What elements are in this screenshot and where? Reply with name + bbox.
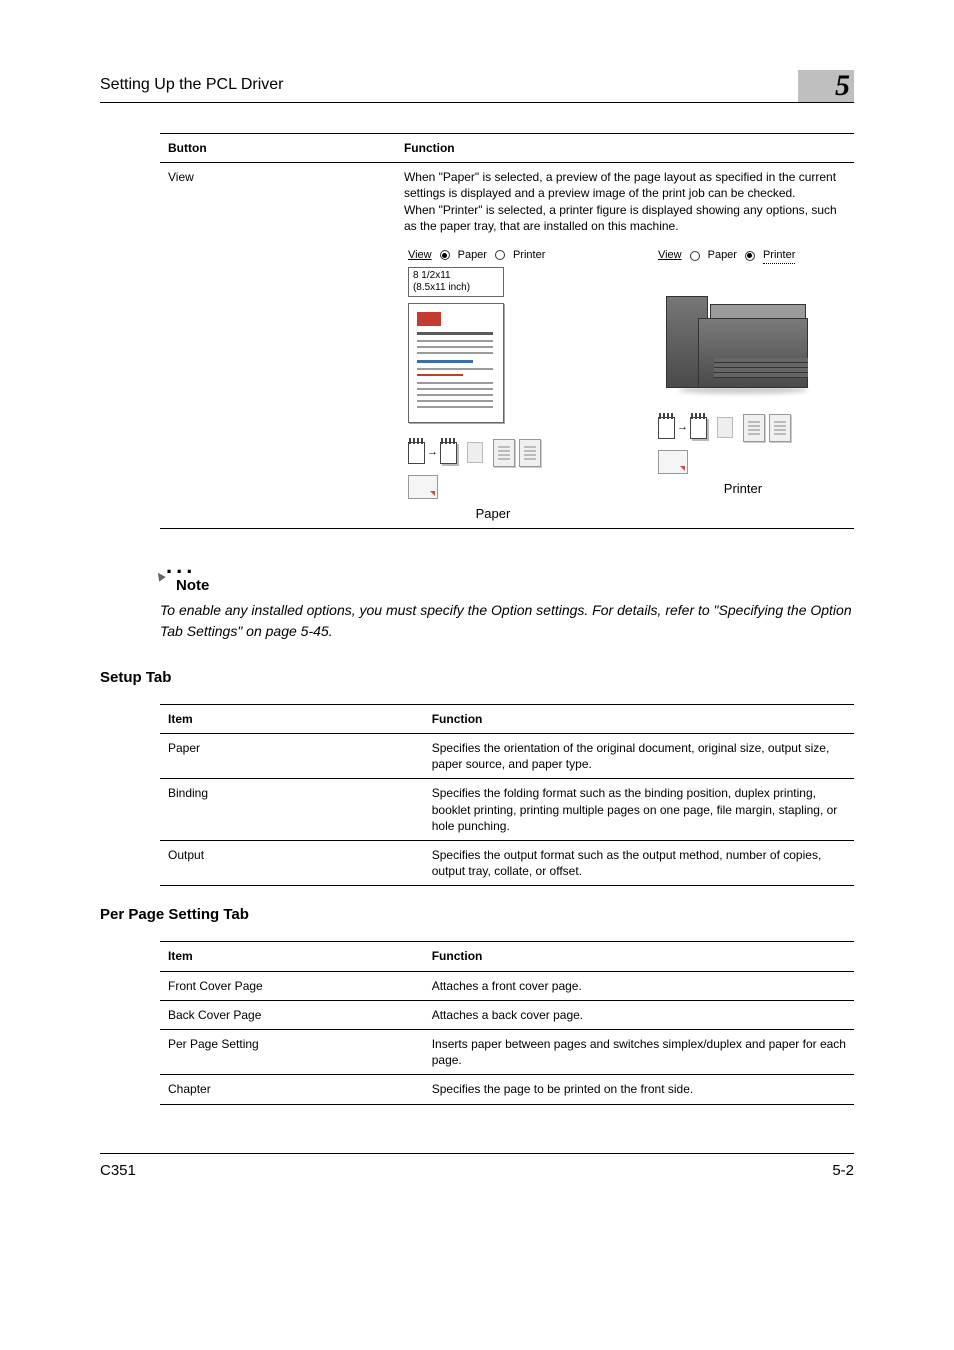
view-cell-button: View — [160, 163, 396, 529]
table-row: Back Cover Page Attaches a back cover pa… — [160, 1000, 854, 1029]
radio-printer-label: Printer — [513, 248, 545, 263]
perpage-fn: Specifies the page to be printed on the … — [424, 1075, 854, 1104]
radio-printer-selected — [745, 251, 755, 261]
chapter-badge: 5 — [798, 70, 854, 102]
setup-item: Binding — [160, 779, 424, 841]
perpage-table: Item Function Front Cover Page Attaches … — [160, 941, 854, 1104]
setup-item: Paper — [160, 734, 424, 779]
setup-tab-title: Setup Tab — [100, 669, 854, 686]
perpage-item: Front Cover Page — [160, 971, 424, 1000]
radio-printer-label2: Printer — [763, 248, 795, 264]
size-line-1: 8 1/2x11 — [413, 270, 499, 282]
perpage-fn: Inserts paper between pages and switches… — [424, 1029, 854, 1074]
table-row: Paper Specifies the orientation of the o… — [160, 734, 854, 779]
view-cell-function: When "Paper" is selected, a preview of t… — [396, 163, 854, 529]
perpage-tab-title: Per Page Setting Tab — [100, 906, 854, 923]
perpage-fn: Attaches a front cover page. — [424, 971, 854, 1000]
footer-model: C351 — [100, 1162, 136, 1179]
doc-icon — [493, 439, 515, 467]
perpage-col-function: Function — [424, 942, 854, 971]
view-label-paper: View — [408, 248, 432, 263]
note-label: Note — [176, 577, 854, 594]
printer-caption: Printer — [658, 480, 828, 498]
perpage-item: Per Page Setting — [160, 1029, 424, 1074]
col-button-header: Button — [160, 134, 396, 163]
setup-fn: Specifies the folding format such as the… — [424, 779, 854, 841]
calendar-pair-icon: → — [658, 417, 707, 439]
perpage-item: Chapter — [160, 1075, 424, 1104]
printer-view-row: View Paper Printer — [658, 248, 828, 264]
table-row: Output Specifies the output format such … — [160, 841, 854, 886]
radio-paper-label: Paper — [458, 248, 487, 263]
doc-icon — [743, 414, 765, 442]
setup-table: Item Function Paper Specifies the orient… — [160, 704, 854, 887]
view-label-printer: View — [658, 248, 682, 263]
view-table: Button Function View When "Paper" is sel… — [160, 133, 854, 529]
radio-paper-label2: Paper — [708, 248, 737, 263]
radio-printer-unselected — [495, 250, 505, 260]
col-function-header: Function — [396, 134, 854, 163]
page-footer: C351 5-2 — [100, 1153, 854, 1179]
setup-col-item: Item — [160, 704, 424, 733]
doc-pair-icons — [493, 439, 541, 467]
table-row: Binding Specifies the folding format suc… — [160, 779, 854, 841]
note-block: ... Note To enable any installed options… — [160, 553, 854, 641]
paper-view-row: View Paper Printer — [408, 248, 578, 263]
doc-pair-icons — [743, 414, 791, 442]
table-row: Chapter Specifies the page to be printed… — [160, 1075, 854, 1104]
layout-small-icon — [658, 450, 688, 474]
perpage-item: Back Cover Page — [160, 1000, 424, 1029]
doc-page-preview-icon — [408, 303, 504, 423]
radio-paper-unselected — [690, 251, 700, 261]
size-line-2: (8.5x11 inch) — [413, 282, 499, 294]
table-row: Per Page Setting Inserts paper between p… — [160, 1029, 854, 1074]
preview-row: View Paper Printer 8 1/2x11 (8.5x11 inch… — [404, 248, 846, 522]
doc-icon — [769, 414, 791, 442]
doc-icon — [519, 439, 541, 467]
perpage-col-item: Item — [160, 942, 424, 971]
view-function-text: When "Paper" is selected, a preview of t… — [404, 169, 846, 234]
page-header: Setting Up the PCL Driver 5 — [100, 70, 854, 103]
ghost-page-icon — [467, 442, 483, 463]
layout-small-icon — [408, 475, 438, 499]
header-title: Setting Up the PCL Driver — [100, 76, 283, 102]
paper-size-box: 8 1/2x11 (8.5x11 inch) — [408, 267, 504, 297]
footer-page: 5-2 — [832, 1162, 854, 1179]
printer-preview-block: View Paper Printer — [658, 248, 828, 497]
setup-fn: Specifies the output format such as the … — [424, 841, 854, 886]
printer-device-icon — [658, 268, 808, 400]
ghost-page-icon — [717, 417, 733, 438]
paper-preview-block: View Paper Printer 8 1/2x11 (8.5x11 inch… — [408, 248, 578, 522]
chapter-number: 5 — [835, 69, 850, 103]
perpage-fn: Attaches a back cover page. — [424, 1000, 854, 1029]
radio-paper-selected — [440, 250, 450, 260]
paper-caption: Paper — [408, 505, 578, 523]
setup-fn: Specifies the orientation of the origina… — [424, 734, 854, 779]
calendar-pair-icon: → — [408, 442, 457, 464]
table-row: Front Cover Page Attaches a front cover … — [160, 971, 854, 1000]
note-text: To enable any installed options, you mus… — [160, 600, 854, 641]
paper-icon-strip: → — [408, 439, 578, 467]
setup-col-function: Function — [424, 704, 854, 733]
printer-icon-strip: → — [658, 414, 828, 442]
setup-item: Output — [160, 841, 424, 886]
